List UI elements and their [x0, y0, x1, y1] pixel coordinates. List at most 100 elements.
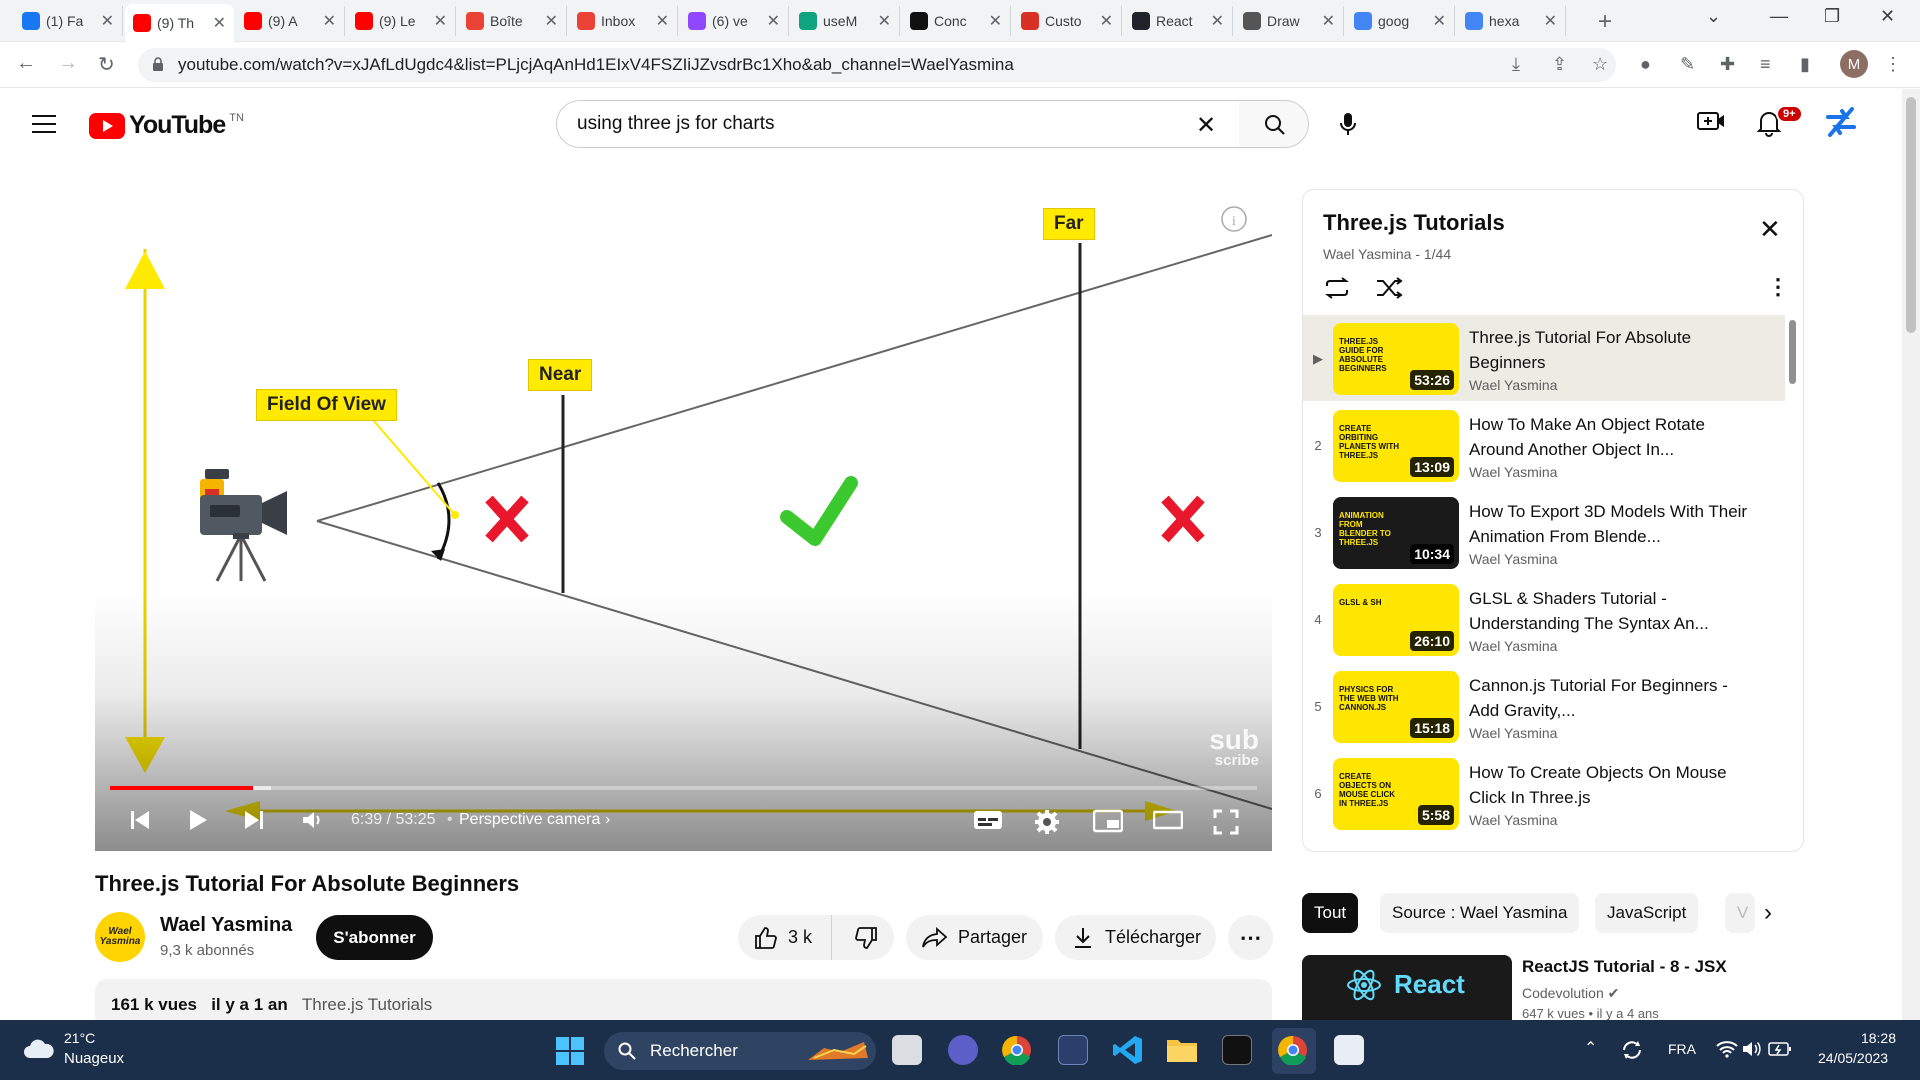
channel-name[interactable]: Wael Yasmina: [160, 914, 292, 937]
close-tab-icon[interactable]: ✕: [878, 11, 891, 31]
reload-icon[interactable]: ↻: [98, 52, 115, 77]
playlist-scrollbar[interactable]: [1789, 320, 1796, 384]
task-view-icon[interactable]: [892, 1035, 922, 1065]
playlist-title[interactable]: Three.js Tutorials: [1323, 210, 1505, 236]
more-actions-button[interactable]: ⋯: [1228, 915, 1273, 960]
filter-chip[interactable]: JavaScript: [1595, 893, 1699, 933]
channel-avatar[interactable]: Wael Yasmina: [95, 912, 145, 962]
miniplayer-icon[interactable]: [1093, 809, 1123, 833]
playlist-item-title[interactable]: Three.js Tutorial For Absolute Beginners: [1469, 325, 1759, 375]
forward-icon[interactable]: →: [58, 52, 78, 75]
browser-tab[interactable]: (9) Le ✕: [347, 6, 456, 36]
settings-gear-icon[interactable]: [1034, 809, 1060, 835]
browser-tab[interactable]: (1) Fa ✕: [14, 6, 123, 36]
input-language[interactable]: FRA: [1668, 1041, 1696, 1057]
loop-icon[interactable]: [1323, 276, 1351, 300]
playlist-item-thumbnail[interactable]: PHYSICS FOR THE WEB WITH CANNON.JS 15:18: [1333, 671, 1459, 743]
video-player[interactable]: i Field Of View Near Far sub scribe 6:39…: [95, 189, 1272, 851]
playlist-menu-icon[interactable]: ⋮: [1767, 274, 1789, 300]
extension-color-icon[interactable]: ●: [1640, 54, 1651, 75]
browser-tab[interactable]: Custo ✕: [1013, 6, 1122, 36]
weather-cloud-icon[interactable]: [22, 1036, 56, 1060]
create-video-icon[interactable]: [1696, 109, 1726, 135]
browser-tab[interactable]: (9) Th ✕: [125, 4, 234, 42]
taskbar-search[interactable]: Rechercher: [604, 1032, 876, 1070]
search-button[interactable]: [1239, 100, 1309, 148]
chrome-icon[interactable]: [1002, 1035, 1032, 1065]
playlist-item[interactable]: 6 CREATE OBJECTS ON MOUSE CLICK IN THREE.…: [1303, 750, 1785, 836]
close-playlist-icon[interactable]: ✕: [1759, 214, 1781, 245]
close-window-button[interactable]: ✕: [1880, 6, 1895, 27]
filter-chip[interactable]: Tout: [1302, 893, 1359, 933]
playlist-item[interactable]: 4 GLSL & SH 26:10 GLSL & Shaders Tutorial -…: [1303, 576, 1785, 662]
filter-chip[interactable]: Source : Wael Yasmina: [1380, 893, 1580, 933]
speaker-icon[interactable]: [1742, 1040, 1762, 1058]
recommendation-title[interactable]: ReactJS Tutorial - 8 - JSX: [1522, 957, 1727, 977]
youtube-logo[interactable]: YouTube TN: [89, 111, 244, 140]
dislike-button[interactable]: [838, 915, 894, 960]
close-tab-icon[interactable]: ✕: [767, 11, 780, 31]
app-blue-icon[interactable]: [1058, 1035, 1088, 1065]
calendar-app-icon[interactable]: [1334, 1035, 1364, 1065]
new-tab-button[interactable]: +: [1598, 8, 1612, 36]
close-tab-icon[interactable]: ✕: [1433, 11, 1446, 31]
browser-tab[interactable]: React ✕: [1124, 6, 1233, 36]
profile-avatar[interactable]: M: [1840, 50, 1868, 78]
chips-next-chevron-icon[interactable]: ›: [1764, 899, 1772, 927]
chapter-button[interactable]: Perspective camera ›: [459, 811, 610, 829]
address-bar[interactable]: youtube.com/watch?v=xJAfLdUgdc4&list=PLj…: [138, 48, 1616, 82]
playlist-item-title[interactable]: How To Create Objects On Mouse Click In …: [1469, 760, 1759, 810]
progress-bar[interactable]: [110, 786, 1257, 790]
close-tab-icon[interactable]: ✕: [1211, 11, 1224, 31]
extensions-puzzle-icon[interactable]: ✚: [1720, 54, 1735, 75]
volume-icon[interactable]: [301, 809, 325, 831]
install-icon[interactable]: ⤓: [1512, 54, 1520, 75]
windows-start-icon[interactable]: [556, 1037, 584, 1065]
close-tab-icon[interactable]: ✕: [1322, 11, 1335, 31]
filter-chip[interactable]: V: [1725, 893, 1755, 933]
chrome-active-icon[interactable]: [1278, 1035, 1308, 1065]
back-icon[interactable]: ←: [16, 52, 36, 75]
subscribe-watermark[interactable]: sub scribe: [1205, 726, 1259, 769]
browser-tab[interactable]: (9) A ✕: [236, 6, 345, 36]
lock-icon[interactable]: [152, 57, 164, 71]
close-tab-icon[interactable]: ✕: [545, 11, 558, 31]
clock-date[interactable]: 24/05/2023: [1818, 1050, 1888, 1066]
playlist-link[interactable]: Three.js Tutorials: [302, 995, 432, 1014]
hamburger-menu-icon[interactable]: [32, 115, 56, 133]
terminal-icon[interactable]: [1222, 1035, 1252, 1065]
close-tab-icon[interactable]: ✕: [1100, 11, 1113, 31]
clock-time[interactable]: 18:28: [1840, 1030, 1896, 1046]
playlist-item-thumbnail[interactable]: CREATE OBJECTS ON MOUSE CLICK IN THREE.J…: [1333, 758, 1459, 830]
download-button[interactable]: Télécharger: [1055, 915, 1216, 960]
tray-chevron-up-icon[interactable]: ⌃: [1584, 1038, 1597, 1058]
subscribe-button[interactable]: S'abonner: [316, 915, 433, 960]
search-input[interactable]: using three js for charts: [556, 100, 1261, 148]
browser-tab[interactable]: hexa ✕: [1457, 6, 1566, 36]
playlist-item[interactable]: ▶ THREE.JS GUIDE FOR ABSOLUTE BEGINNERS 53…: [1303, 315, 1785, 401]
file-explorer-icon[interactable]: [1166, 1036, 1198, 1064]
playlist-item-thumbnail[interactable]: THREE.JS GUIDE FOR ABSOLUTE BEGINNERS 53:…: [1333, 323, 1459, 395]
side-panel-icon[interactable]: ▮: [1800, 54, 1810, 75]
share-button[interactable]: Partager: [906, 915, 1043, 960]
close-tab-icon[interactable]: ✕: [213, 13, 226, 33]
tab-search-icon[interactable]: ⌄: [1706, 6, 1721, 27]
close-tab-icon[interactable]: ✕: [656, 11, 669, 31]
browser-tab[interactable]: goog ✕: [1346, 6, 1455, 36]
vscode-icon[interactable]: [1112, 1034, 1144, 1066]
playlist-item-title[interactable]: How To Export 3D Models With Their Anima…: [1469, 499, 1759, 549]
clear-search-icon[interactable]: ✕: [1196, 111, 1216, 140]
browser-tab[interactable]: (6) ve ✕: [680, 6, 789, 36]
play-icon[interactable]: [187, 809, 209, 831]
restore-button[interactable]: ❐: [1824, 6, 1840, 27]
sync-icon[interactable]: [1620, 1038, 1644, 1062]
playlist-item-thumbnail[interactable]: CREATE ORBITING PLANETS WITH THREE.JS 13:…: [1333, 410, 1459, 482]
browser-tab[interactable]: Inbox ✕: [569, 6, 678, 36]
theater-mode-icon[interactable]: [1153, 809, 1183, 831]
playlist-item[interactable]: 5 PHYSICS FOR THE WEB WITH CANNON.JS 15:18…: [1303, 663, 1785, 749]
fullscreen-icon[interactable]: [1213, 809, 1239, 835]
close-tab-icon[interactable]: ✕: [989, 11, 1002, 31]
battery-icon[interactable]: [1768, 1041, 1792, 1057]
previous-icon[interactable]: [129, 809, 151, 831]
playlist-item-title[interactable]: How To Make An Object Rotate Around Anot…: [1469, 412, 1759, 462]
